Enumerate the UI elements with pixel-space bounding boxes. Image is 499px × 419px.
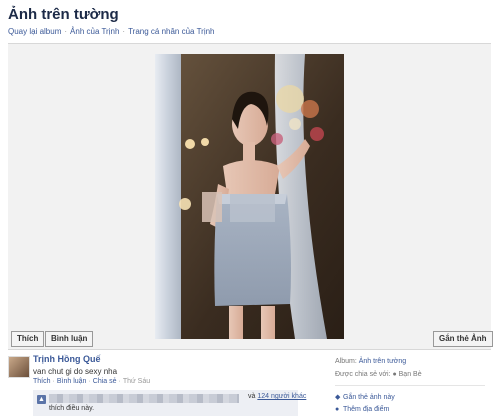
location-pin-icon: ● (335, 406, 340, 413)
album-info: Album: Ảnh trên tường (335, 358, 406, 365)
tag-photo-button[interactable]: Gắn thẻ Ảnh (433, 331, 493, 347)
page-title: Ảnh trên tường (8, 6, 119, 23)
likes-prefix: và (248, 393, 256, 400)
shared-audience[interactable]: Bạn Bè (399, 371, 422, 378)
shared-label: Được chia sẻ với: (335, 371, 391, 378)
album-link[interactable]: Ảnh trên tường (359, 358, 406, 365)
comment-link[interactable]: Bình luận (57, 378, 87, 385)
post-caption: van chut gi do sexy nha (33, 367, 118, 376)
breadcrumb-separator: · (64, 27, 68, 36)
avatar[interactable] (8, 356, 30, 378)
likers-text: và 124 người khác (248, 393, 306, 400)
friends-icon: ● (392, 371, 397, 378)
user-photos-link[interactable]: Ảnh của Trịnh (70, 27, 119, 36)
add-location-link[interactable]: ● Thêm địa điểm (335, 406, 389, 413)
likes-box: ▲ và 124 người khác thích điều này. (33, 390, 306, 416)
action-separator: · (88, 378, 91, 385)
thumbs-up-icon: ▲ (37, 395, 46, 404)
photo-stage: Thích Bình luận Gắn thẻ Ảnh (8, 43, 493, 350)
breadcrumb: Quay lại album · Ảnh của Trịnh · Trang cá nh… (8, 27, 215, 36)
tag-this-photo-label: Gắn thẻ ảnh này (343, 394, 395, 401)
like-photo-button[interactable]: Thích (11, 331, 45, 347)
post-section: Trịnh Hồng Quế van chut gi do sexy nha T… (0, 350, 499, 419)
blurred-liker-names (49, 394, 239, 403)
shared-with-info: Được chia sẻ với: ● Bạn Bè (335, 371, 422, 378)
comment-photo-button[interactable]: Bình luận (45, 331, 94, 347)
share-link[interactable]: Chia sẻ (93, 378, 117, 385)
timestamp[interactable]: Thứ Sáu (123, 378, 150, 385)
breadcrumb-separator: · (122, 27, 126, 36)
user-profile-link[interactable]: Trang cá nhân của Trịnh (128, 27, 214, 36)
author-name[interactable]: Trịnh Hồng Quế (33, 354, 101, 364)
tag-icon: ◆ (335, 394, 341, 401)
other-likers-link[interactable]: 124 người khác (257, 393, 306, 400)
post-actions: Thích · Bình luận · Chia sẻ · Thứ Sáu (33, 378, 150, 385)
back-to-album-link[interactable]: Quay lại album (8, 27, 61, 36)
album-label: Album: (335, 358, 357, 365)
like-link[interactable]: Thích (33, 378, 51, 385)
main-photo[interactable] (155, 54, 344, 339)
add-location-label: Thêm địa điểm (343, 406, 390, 413)
likes-suffix: thích điều này. (49, 405, 95, 412)
action-separator: · (52, 378, 55, 385)
action-separator: · (118, 378, 121, 385)
tag-this-photo-link[interactable]: ◆ Gắn thẻ ảnh này (335, 393, 395, 401)
sidebar-divider (335, 385, 485, 386)
